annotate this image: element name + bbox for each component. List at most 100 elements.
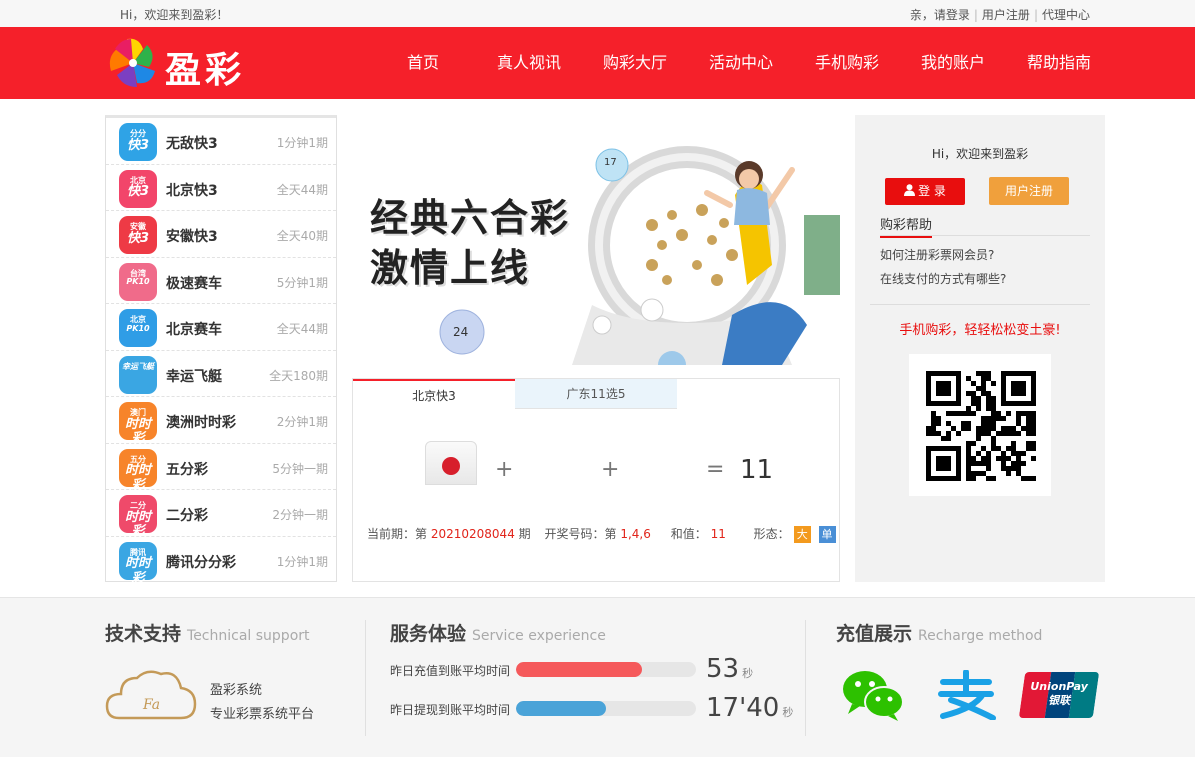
site-logo[interactable]: 盈彩 — [107, 37, 257, 91]
login-button-label: 登 录 — [918, 184, 946, 198]
lottery-name: 二分彩 — [166, 508, 208, 524]
lottery-name: 北京赛车 — [166, 322, 222, 338]
lottery-result-panel: 北京快3 广东11选5 + + = 11 当前期：第 20210208044 期… — [352, 378, 840, 582]
lottery-item[interactable]: 澳门 时时彩 澳洲时时彩 2分钟1期 — [106, 397, 336, 446]
nav-events[interactable]: 活动中心 — [688, 27, 794, 99]
lottery-tabs: 北京快3 广东11选5 — [353, 379, 677, 409]
nav-my-account[interactable]: 我的账户 — [900, 27, 1006, 99]
result-dice-1 — [425, 441, 477, 485]
lottery-item[interactable]: 安徽 快3 安徽快3 全天40期 — [106, 211, 336, 258]
lottery-item[interactable]: 腾讯 时时彩 腾讯分分彩 1分钟1期 — [106, 537, 336, 586]
lottery-name: 澳洲时时彩 — [166, 415, 236, 431]
lottery-period: 5分钟一期 — [272, 461, 328, 476]
banner-ball-label-1: 17 — [604, 157, 617, 168]
lottery-icon-main-text: 时时彩 — [124, 463, 151, 493]
recharge-title: 充值展示 Recharge method — [836, 619, 1042, 646]
logo-text: 盈彩 — [165, 49, 246, 91]
unionpay-icon[interactable]: UnionPay 银联 — [1018, 672, 1100, 718]
withdraw-unit: 秒 — [782, 706, 794, 719]
register-button[interactable]: 用户注册 — [989, 177, 1069, 205]
result-info-row: 当前期：第 20210208044 期 开奖号码：第 1,4,6 和值： 11 … — [367, 525, 836, 543]
system-desc: 专业彩票系统平台 — [210, 707, 315, 722]
lottery-period: 全天44期 — [276, 322, 328, 336]
login-link[interactable]: 亲，请登录 — [910, 8, 970, 22]
deposit-time-value: 53 秒 — [706, 654, 753, 684]
lottery-sidebar: 分分 快3 无敌快3 1分钟1期 北京 快3 北京快3 全天44期 安徽 快3 安徽快3 全天40期台… — [105, 115, 337, 586]
nav-lottery-hall[interactable]: 购彩大厅 — [582, 27, 688, 99]
lottery-item[interactable]: 二分 时时彩 二分彩 2分钟一期 — [106, 490, 336, 539]
lottery-game-icon: 五分 时时彩 — [119, 448, 157, 492]
service-title: 服务体验 Service experience — [390, 619, 606, 646]
result-sum: 11 — [740, 455, 774, 485]
nav-mobile[interactable]: 手机购彩 — [794, 27, 900, 99]
lottery-icon-main-text: 快3 — [126, 137, 150, 153]
nav-help[interactable]: 帮助指南 — [1006, 27, 1112, 99]
divider — [870, 304, 1090, 305]
banner-ball-label-2: 24 — [453, 325, 469, 339]
withdraw-time-value: 17'40 秒 — [706, 693, 793, 723]
lottery-icon-main-text: 幸运飞艇 — [122, 361, 154, 371]
help-question-register[interactable]: 如何注册彩票网会员? — [880, 246, 994, 263]
deposit-unit: 秒 — [742, 667, 754, 680]
lottery-period: 全天44期 — [276, 182, 328, 197]
lottery-item[interactable]: 五分 时时彩 五分彩 5分钟一期 — [106, 444, 336, 492]
lottery-name: 腾讯分分彩 — [166, 554, 236, 571]
lottery-icon-main-text: PK10 — [126, 323, 150, 333]
service-title-en: Service experience — [472, 628, 606, 644]
divider — [880, 235, 1090, 236]
deposit-value: 53 — [706, 654, 740, 684]
service-title-cn: 服务体验 — [390, 623, 467, 645]
lottery-name: 极速赛车 — [166, 275, 222, 292]
lottery-item[interactable]: 台湾 PK10 极速赛车 5分钟1期 — [106, 258, 336, 304]
banner-headline: 经典六合彩 激情上线 — [370, 193, 570, 293]
tech-support-title: 技术支持 Technical support — [105, 619, 310, 646]
wechat-pay-icon[interactable] — [842, 668, 904, 722]
shape-label: 形态： — [753, 527, 790, 541]
sum-value: 11 — [710, 527, 726, 541]
tab-beijing-k3[interactable]: 北京快3 — [353, 379, 515, 409]
nav-live-video[interactable]: 真人视讯 — [476, 27, 582, 99]
deposit-time-bar — [516, 662, 696, 677]
lottery-game-icon: 幸运飞艇 — [119, 355, 157, 394]
lottery-item[interactable]: 幸运飞艇 幸运飞艇 全天180期 — [106, 351, 336, 397]
recharge-title-cn: 充值展示 — [836, 623, 913, 645]
top-bar: Hi，欢迎来到盈彩！ 亲，请登录 | 用户注册 | 代理中心 — [0, 0, 1195, 27]
lottery-game-icon: 澳门 时时彩 — [119, 402, 157, 446]
lottery-item[interactable]: 北京 快3 北京快3 全天44期 — [106, 165, 336, 211]
unionpay-text-top: UnionPay — [1030, 680, 1088, 693]
promo-banner[interactable]: 经典六合彩 激情上线 17 24 — [352, 115, 840, 365]
lottery-icon-main-text: 快3 — [126, 184, 150, 200]
withdraw-value: 17'40 — [706, 693, 780, 723]
register-link[interactable]: 用户注册 — [982, 8, 1030, 22]
separator: | — [1033, 8, 1038, 22]
lottery-name: 无敌快3 — [166, 136, 218, 152]
separator: | — [973, 8, 978, 22]
login-button[interactable]: 登 录 — [885, 178, 965, 205]
lottery-item[interactable]: 分分 快3 无敌快3 1分钟1期 — [106, 118, 336, 165]
lottery-period: 2分钟1期 — [276, 415, 328, 429]
recharge-title-en: Recharge method — [918, 628, 1043, 644]
tab-guangdong-11x5[interactable]: 广东11选5 — [515, 379, 677, 409]
tech-title-cn: 技术支持 — [105, 623, 182, 645]
withdraw-time-fill — [516, 701, 606, 716]
divider — [365, 620, 366, 736]
help-question-payment[interactable]: 在线支付的方式有哪些? — [880, 270, 1006, 287]
sum-label: 和值： — [670, 527, 707, 541]
tech-title-en: Technical support — [187, 628, 310, 644]
period-number: 20210208044 — [430, 527, 515, 541]
period-label: 当前期：第 — [367, 527, 428, 541]
withdraw-time-label: 昨日提现到账平均时间 — [390, 703, 511, 717]
agent-center-link[interactable]: 代理中心 — [1042, 8, 1090, 22]
lottery-icon-main-text: 时时彩 — [124, 556, 151, 586]
nav-home[interactable]: 首页 — [370, 27, 476, 99]
divider — [805, 620, 806, 736]
lottery-item[interactable]: 北京 PK10 北京赛车 全天44期 — [106, 304, 336, 351]
alipay-icon[interactable] — [935, 670, 997, 720]
cloud-logo-icon: Fa — [105, 670, 197, 720]
lottery-period: 1分钟1期 — [276, 554, 328, 569]
lottery-period: 全天40期 — [276, 229, 328, 243]
main-nav: 首页 真人视讯 购彩大厅 活动中心 手机购彩 我的账户 帮助指南 — [370, 27, 1112, 99]
lottery-icon-main-text: 时时彩 — [124, 416, 151, 447]
lottery-period: 全天180期 — [269, 368, 328, 383]
badge-big: 大 — [793, 526, 811, 543]
